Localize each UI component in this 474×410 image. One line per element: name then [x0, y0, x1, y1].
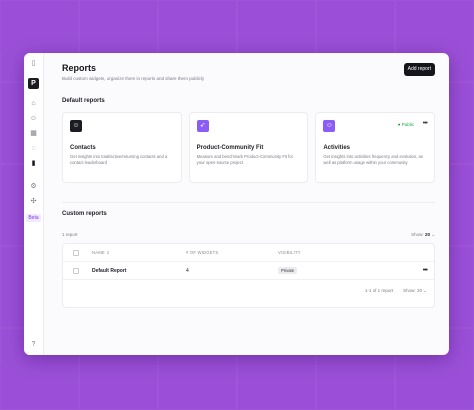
more-options-icon[interactable]: ••• [423, 267, 428, 274]
visibility-badge: Private [278, 266, 298, 274]
sidebar-toggle-icon[interactable]: ▯ [29, 59, 38, 68]
rocket-icon: ➶ [196, 120, 209, 132]
beta-badge: Beta [26, 214, 41, 222]
report-name[interactable]: Default Report [92, 268, 186, 274]
home-icon[interactable]: ⌂ [29, 99, 38, 108]
app-window: ▯ P ⌂ ☺ ▦ ◌ ▮ ⚙ ✣ Beta ? Reports Build c… [24, 53, 449, 355]
public-label: Public [401, 122, 415, 127]
default-reports-cards: ☺ Contacts Get insights into total/activ… [62, 112, 436, 183]
chevron-down-icon: ⌄ [423, 288, 427, 293]
activities-icon: ☺ [323, 120, 336, 132]
table-header: NAME ⇕ # OF WIDGETS VISIBILITY [63, 244, 434, 262]
organizations-icon[interactable]: ▦ [29, 129, 38, 138]
select-all-checkbox[interactable] [73, 249, 79, 256]
activities-nav-icon[interactable]: ◌ [29, 144, 38, 153]
contacts-icon: ☺ [70, 120, 82, 132]
widget-count: 4 [186, 267, 189, 274]
report-card-contacts[interactable]: ☺ Contacts Get insights into total/activ… [62, 112, 182, 183]
default-reports-heading: Default reports [62, 98, 105, 104]
show-label: Show: [403, 288, 416, 293]
help-icon[interactable]: ? [29, 340, 38, 349]
pagination-text: 1-1 of 1 report [364, 288, 394, 293]
public-status: ● Public [397, 122, 415, 127]
page-subtitle: Build custom widgets, organize them in r… [62, 76, 205, 81]
chevron-down-icon: ⌄ [431, 232, 435, 237]
report-card-activities[interactable]: ☺ ● Public ••• Activities Get insights i… [315, 112, 436, 183]
custom-reports-toolbar: 1 report Show: 20 ⌄ [62, 232, 435, 238]
column-name[interactable]: NAME ⇕ [92, 250, 186, 255]
section-divider [62, 202, 435, 203]
card-name: Activities [323, 145, 351, 151]
card-description: Get insights into total/active/returning… [70, 154, 168, 165]
column-widgets: # OF WIDGETS [186, 250, 219, 255]
report-count: 1 report [62, 232, 78, 237]
automations-icon[interactable]: ⚙ [29, 182, 38, 191]
sidebar-rail: ▯ P ⌂ ☺ ▦ ◌ ▮ ⚙ ✣ Beta ? [24, 53, 44, 355]
table-row[interactable]: Default Report 4 Private ••• [63, 262, 434, 280]
custom-reports-heading: Custom reports [62, 211, 107, 217]
card-description: Get insights into activities frequency a… [323, 154, 423, 165]
report-card-product-community-fit[interactable]: ➶ Product-Community Fit Measure and benc… [188, 112, 309, 183]
footer-page-size-select[interactable]: Show: 20 ⌄ [403, 288, 427, 294]
column-name-label: NAME [92, 250, 105, 255]
card-name: Product-Community Fit [196, 145, 264, 151]
integrations-icon[interactable]: ✣ [29, 197, 38, 206]
row-checkbox[interactable] [73, 267, 79, 274]
sort-icon: ⇕ [106, 250, 110, 255]
more-options-icon[interactable]: ••• [423, 120, 428, 127]
show-value: 20 [424, 232, 430, 237]
column-visibility: VISIBILITY [278, 250, 301, 255]
contacts-nav-icon[interactable]: ☺ [29, 114, 38, 123]
reports-icon[interactable]: ▮ [29, 159, 38, 168]
page-size-select[interactable]: Show: 20 ⌄ [411, 232, 435, 238]
show-value: 20 [416, 288, 422, 293]
card-description: Measure and benchmark Product-Community … [196, 154, 294, 165]
visibility-cell: Private [278, 266, 378, 274]
custom-reports-table: NAME ⇕ # OF WIDGETS VISIBILITY Default R… [62, 243, 435, 308]
show-label: Show: [411, 232, 424, 237]
card-name: Contacts [70, 145, 96, 151]
page-title: Reports [62, 63, 97, 73]
add-report-button[interactable]: Add report [403, 63, 435, 76]
main-content: Reports Build custom widgets, organize t… [44, 53, 449, 355]
workspace-logo[interactable]: P [28, 78, 39, 89]
table-footer: 1-1 of 1 report Show: 20 ⌄ [63, 280, 434, 294]
